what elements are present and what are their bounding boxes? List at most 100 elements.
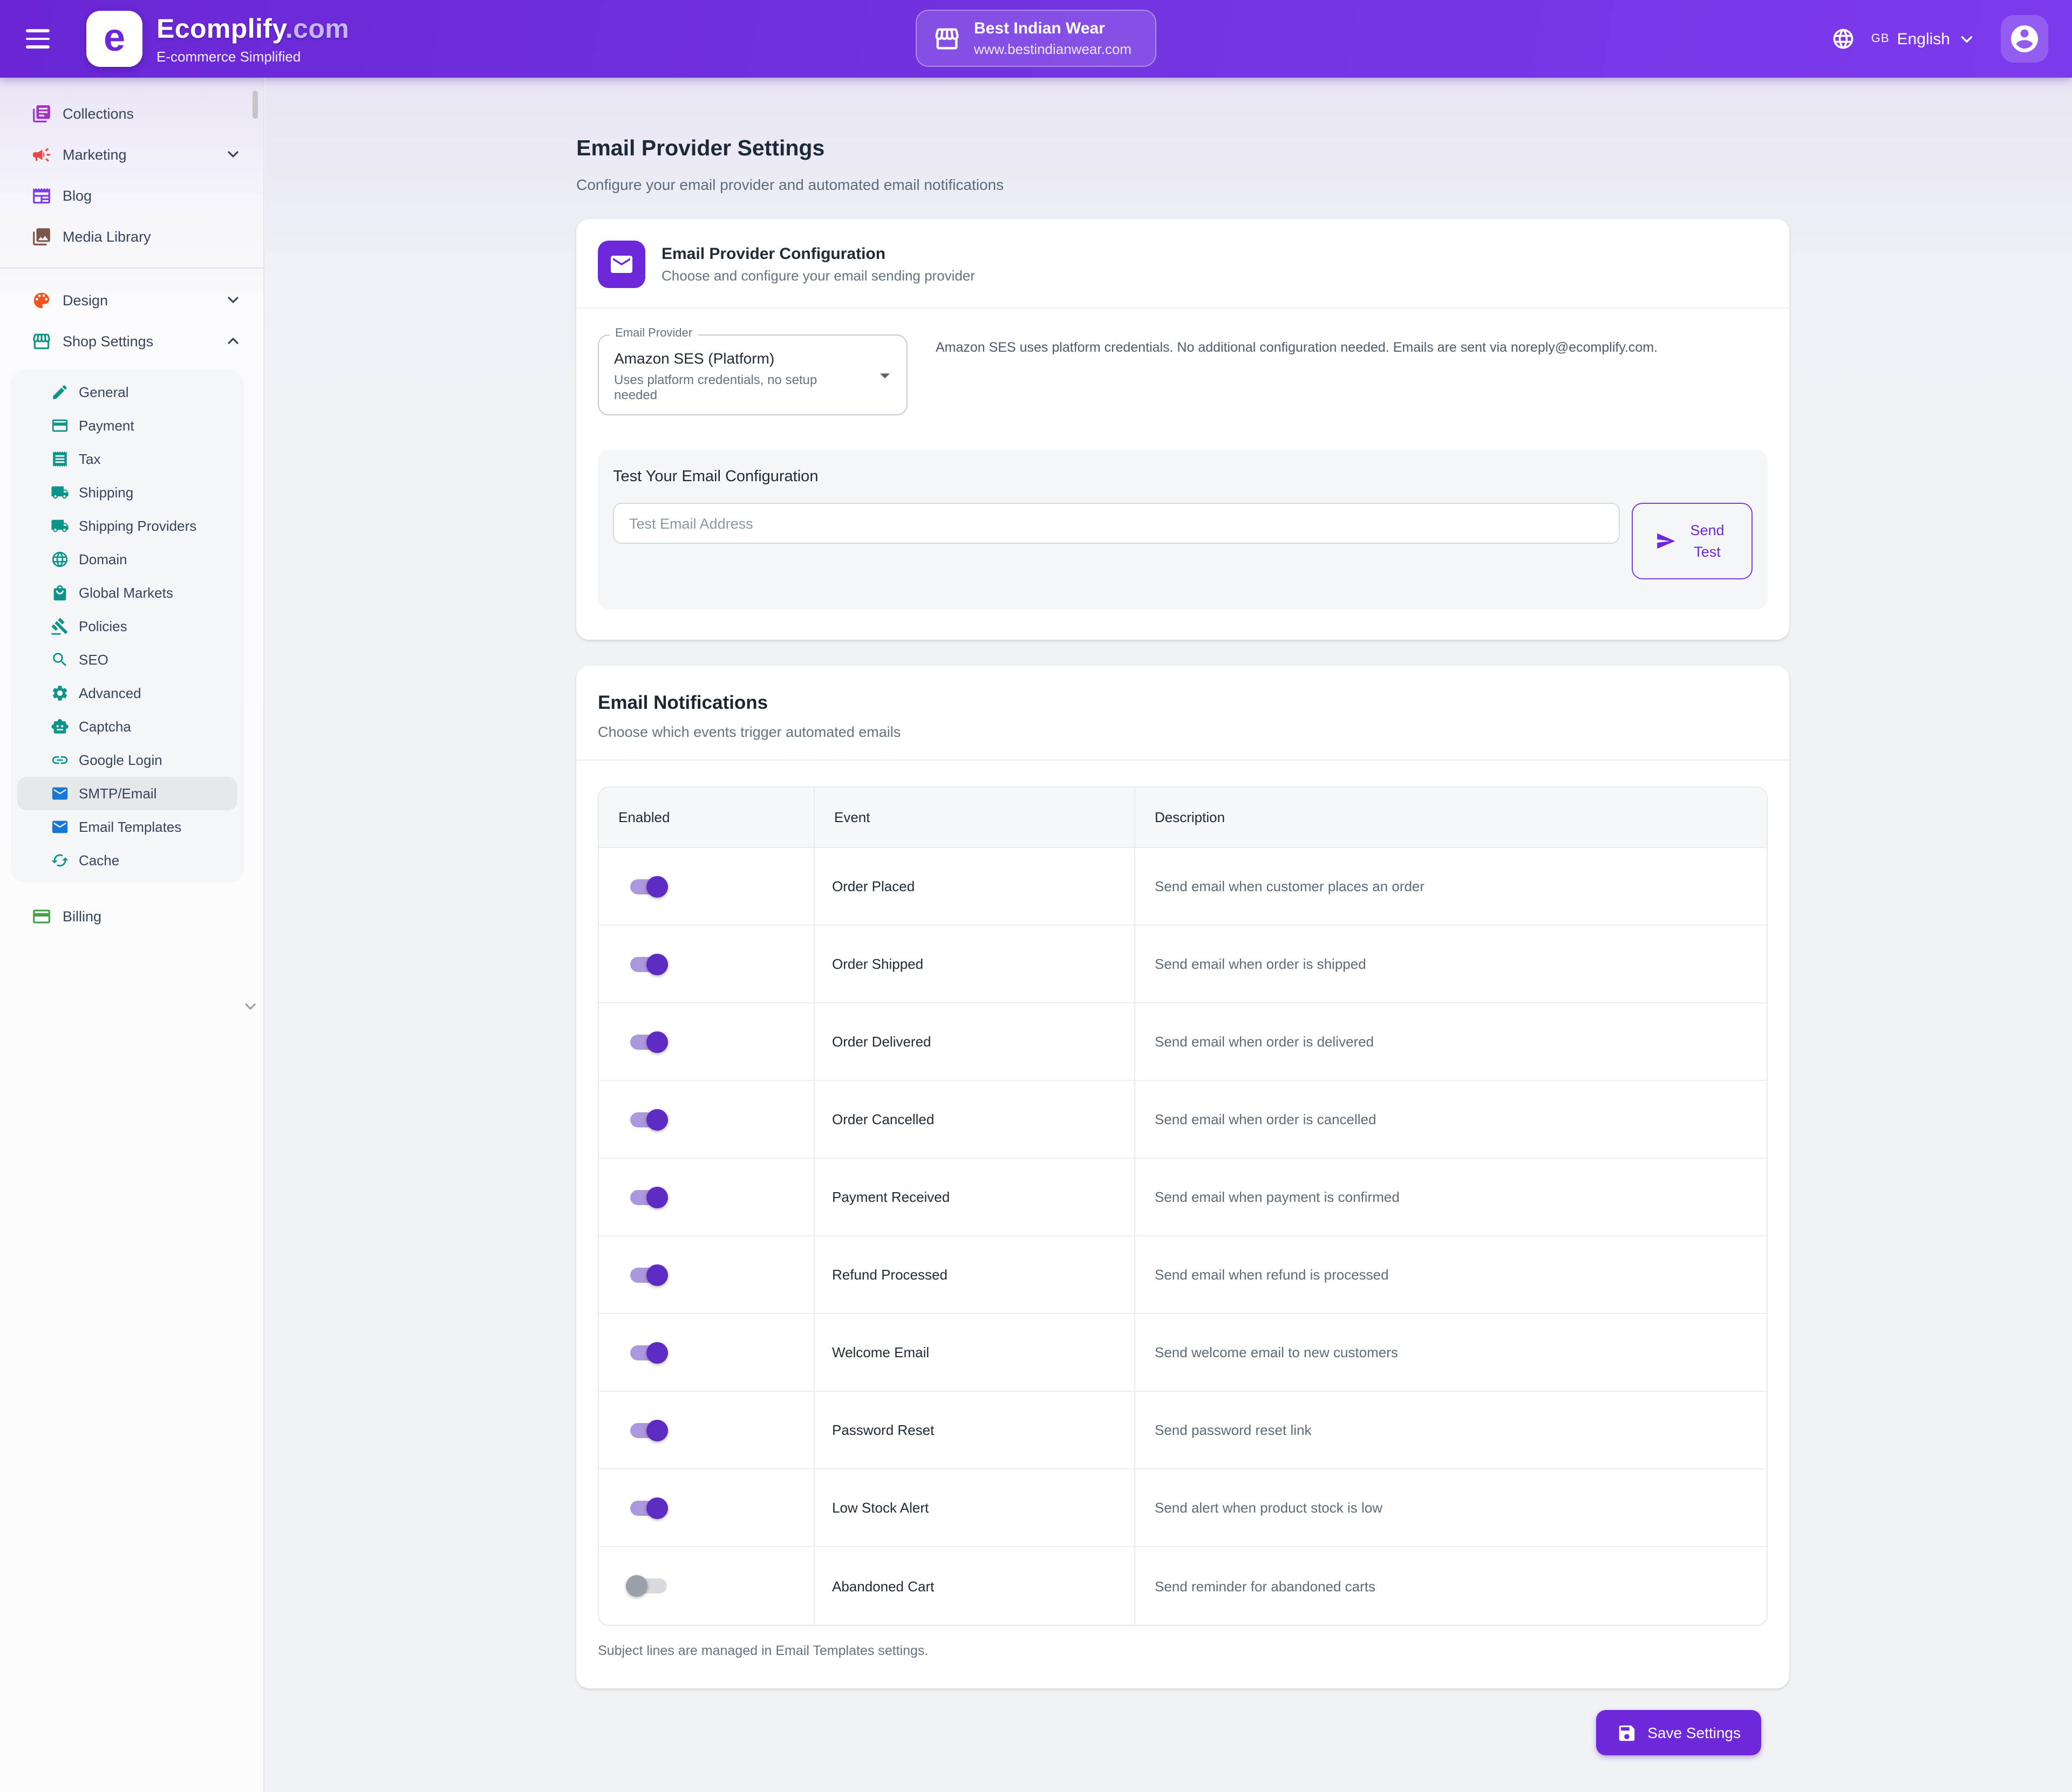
test-email-input[interactable] bbox=[613, 503, 1620, 544]
robot-icon bbox=[50, 717, 69, 736]
sidebar-item-label: Payment bbox=[79, 418, 134, 434]
save-settings-button[interactable]: Save Settings bbox=[1596, 1710, 1761, 1755]
sidebar-item-advanced[interactable]: Advanced bbox=[17, 676, 237, 710]
select-hint: Uses platform credentials, no setup need… bbox=[614, 372, 861, 402]
toggle-order-cancelled[interactable] bbox=[627, 1106, 670, 1132]
event-description: Send email when order is cancelled bbox=[1135, 1081, 1767, 1158]
notifications-title: Email Notifications bbox=[598, 692, 1768, 714]
main-content: Email Provider Settings Configure your e… bbox=[265, 78, 2072, 1792]
sidebar-item-blog[interactable]: Blog bbox=[0, 175, 263, 216]
megaphone-icon bbox=[30, 143, 52, 165]
sidebar: Collections MarketingBlog Media Library Des… bbox=[0, 78, 264, 1792]
mail-icon bbox=[50, 817, 69, 837]
email-provider-select[interactable]: Email Provider Amazon SES (Platform) Use… bbox=[598, 334, 908, 415]
sidebar-item-payment[interactable]: Payment bbox=[17, 409, 237, 442]
toggle-abandoned-cart[interactable] bbox=[627, 1573, 670, 1599]
sidebar-item-label: Media Library bbox=[63, 228, 151, 244]
mail-icon bbox=[50, 784, 69, 803]
collections-icon bbox=[30, 102, 52, 124]
shop-settings-submenu: General Payment TaxShipping Shipping Provid… bbox=[11, 370, 244, 883]
sidebar-item-seo[interactable]: SEO bbox=[17, 643, 237, 676]
toggle-payment-received[interactable] bbox=[627, 1184, 670, 1210]
table-row-low-stock-alert: Low Stock AlertSend alert when product s… bbox=[599, 1469, 1767, 1547]
table-row-order-shipped: Order ShippedSend email when order is sh… bbox=[599, 926, 1767, 1003]
sidebar-divider bbox=[0, 268, 263, 269]
test-email-section: Test Your Email Configuration Send Test bbox=[598, 450, 1768, 610]
send-test-label: Send Test bbox=[1686, 519, 1729, 563]
sidebar-item-label: SEO bbox=[79, 652, 108, 668]
sidebar-item-global-markets[interactable]: Global Markets bbox=[17, 576, 237, 610]
event-name: Low Stock Alert bbox=[815, 1469, 1135, 1546]
toggle-order-delivered[interactable] bbox=[627, 1029, 670, 1055]
column-header-enabled: Enabled bbox=[599, 788, 815, 847]
sidebar-scroll-down-icon[interactable] bbox=[242, 998, 259, 1021]
table-row-refund-processed: Refund ProcessedSend email when refund i… bbox=[599, 1236, 1767, 1314]
sidebar-item-email-templates[interactable]: Email Templates bbox=[17, 810, 237, 844]
test-heading: Test Your Email Configuration bbox=[613, 468, 1753, 485]
sidebar-item-label: Policies bbox=[79, 618, 127, 634]
toggle-order-shipped[interactable] bbox=[627, 951, 670, 977]
sidebar-item-media-library[interactable]: Media Library bbox=[0, 216, 263, 257]
sidebar-item-marketing[interactable]: Marketing bbox=[0, 134, 263, 175]
sidebar-item-label: General bbox=[79, 384, 129, 400]
chevron-down-icon bbox=[1958, 30, 1976, 48]
sidebar-item-policies[interactable]: Policies bbox=[17, 610, 237, 643]
table-row-abandoned-cart: Abandoned CartSend reminder for abandone… bbox=[599, 1547, 1767, 1625]
save-icon bbox=[1616, 1722, 1637, 1743]
column-header-event: Event bbox=[815, 788, 1135, 847]
toggle-low-stock-alert[interactable] bbox=[627, 1495, 670, 1521]
sidebar-item-label: Google Login bbox=[79, 752, 162, 768]
menu-button[interactable] bbox=[19, 17, 63, 60]
event-name: Payment Received bbox=[815, 1159, 1135, 1235]
sidebar-item-label: Billing bbox=[63, 908, 101, 924]
language-selector[interactable]: GB English bbox=[1865, 29, 1982, 49]
send-test-button[interactable]: Send Test bbox=[1632, 503, 1753, 579]
header-right: GB English bbox=[1831, 0, 2048, 78]
toggle-refund-processed[interactable] bbox=[627, 1262, 670, 1288]
sync-icon bbox=[50, 851, 69, 870]
sidebar-item-design[interactable]: Design bbox=[0, 279, 263, 320]
event-name: Abandoned Cart bbox=[815, 1547, 1135, 1625]
event-description: Send password reset link bbox=[1135, 1392, 1767, 1468]
brand-tagline: E-commerce Simplified bbox=[156, 48, 349, 64]
provider-card-subtitle: Choose and configure your email sending … bbox=[662, 268, 975, 284]
chevron-down-icon bbox=[224, 146, 242, 163]
page-title: Email Provider Settings bbox=[576, 136, 1789, 162]
newspaper-icon bbox=[30, 184, 52, 206]
sidebar-scrollbar-thumb[interactable] bbox=[253, 91, 258, 119]
sidebar-item-tax[interactable]: Tax bbox=[17, 442, 237, 476]
sidebar-item-google-login[interactable]: Google Login bbox=[17, 743, 237, 777]
sidebar-item-smtp-email[interactable]: SMTP/Email bbox=[17, 777, 237, 810]
toggle-password-reset[interactable] bbox=[627, 1417, 670, 1443]
sidebar-item-label: Shipping Providers bbox=[79, 518, 196, 534]
notifications-subtitle: Choose which events trigger automated em… bbox=[598, 724, 1768, 740]
billing-card-icon bbox=[30, 905, 52, 927]
app-logo[interactable]: e bbox=[86, 11, 142, 67]
event-description: Send welcome email to new customers bbox=[1135, 1314, 1767, 1391]
toggle-welcome-email[interactable] bbox=[627, 1339, 670, 1365]
sidebar-item-label: Captcha bbox=[79, 719, 131, 735]
notifications-table: Enabled Event Description Order PlacedSe… bbox=[598, 786, 1768, 1626]
chevron-up-icon bbox=[224, 332, 242, 350]
sidebar-item-general[interactable]: General bbox=[17, 375, 237, 409]
sidebar-item-captcha[interactable]: Captcha bbox=[17, 710, 237, 743]
menu-icon bbox=[26, 29, 50, 32]
palette-icon bbox=[30, 289, 52, 311]
credit-card-icon bbox=[50, 416, 69, 435]
sidebar-item-domain[interactable]: Domain bbox=[17, 543, 237, 576]
notifications-footnote: Subject lines are managed in Email Templ… bbox=[598, 1643, 1768, 1658]
notifications-card: Email Notifications Choose which events … bbox=[576, 666, 1789, 1688]
sidebar-item-label: Advanced bbox=[79, 685, 141, 701]
sidebar-item-shipping-providers[interactable]: Shipping Providers bbox=[17, 509, 237, 543]
sidebar-item-shop-settings[interactable]: Shop Settings bbox=[0, 320, 263, 361]
sidebar-item-cache[interactable]: Cache bbox=[17, 844, 237, 877]
provider-note: Amazon SES uses platform credentials. No… bbox=[936, 338, 1658, 357]
avatar-button[interactable] bbox=[2001, 15, 2048, 63]
sidebar-item-shipping[interactable]: Shipping bbox=[17, 476, 237, 509]
sidebar-item-label: Collections bbox=[63, 105, 134, 121]
select-label: Email Provider bbox=[610, 327, 698, 340]
sidebar-item-collections[interactable]: Collections bbox=[0, 93, 263, 134]
store-badge[interactable]: Best Indian Wear www.bestindianwear.com bbox=[916, 10, 1156, 67]
toggle-order-placed[interactable] bbox=[627, 873, 670, 899]
sidebar-item-billing[interactable]: Billing bbox=[0, 895, 263, 936]
